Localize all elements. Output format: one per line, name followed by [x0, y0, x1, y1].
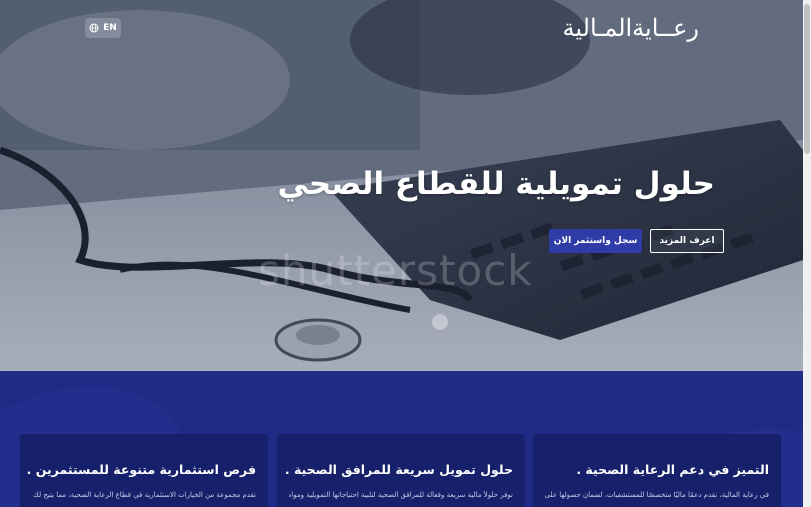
- feature-card-text: نقدم مجموعة من الخيارات الاستثمارية في ق…: [32, 491, 256, 499]
- language-toggle-button[interactable]: EN: [85, 18, 121, 38]
- feature-card-fast-financing: حلول تمويل سريعة للمرافق الصحية . نوفر ح…: [277, 434, 525, 507]
- learn-more-button[interactable]: اعرف المزيد: [650, 229, 724, 253]
- scrollbar-thumb[interactable]: [804, 4, 810, 154]
- watermark-text: shutterstock: [258, 246, 533, 295]
- hero-section: EN رعــايةالمـالية shutterstock حلول تمو…: [0, 0, 803, 371]
- feature-card-title: حلول تمويل سريعة للمرافق الصحية .: [284, 462, 513, 477]
- register-invest-button[interactable]: سجل واستثمر الان: [549, 229, 642, 253]
- feature-card-text: نوفر حلولاً مالية سريعة وفعالة للمرافق ا…: [289, 491, 513, 499]
- feature-card-investment-opportunities: فرص استثمارية متنوعة للمستثمرين . نقدم م…: [20, 434, 268, 507]
- hero-title: حلول تمويلية للقطاع الصحي: [277, 166, 715, 202]
- page-scrollbar[interactable]: [803, 0, 811, 507]
- feature-card-title: فرص استثمارية متنوعة للمستثمرين .: [26, 462, 256, 477]
- globe-icon: [89, 23, 99, 33]
- language-label: EN: [103, 23, 117, 33]
- feature-card-title: التميز في دعم الرعاية الصحية .: [576, 462, 769, 477]
- feature-card-healthcare-support: التميز في دعم الرعاية الصحية . في رعاية …: [533, 434, 781, 507]
- feature-card-text: في رعاية المالية، نقدم دعمًا ماليًا متخص…: [545, 491, 769, 499]
- brand-logo[interactable]: رعــايةالمـالية: [563, 14, 699, 42]
- features-section: التميز في دعم الرعاية الصحية . في رعاية …: [0, 371, 803, 507]
